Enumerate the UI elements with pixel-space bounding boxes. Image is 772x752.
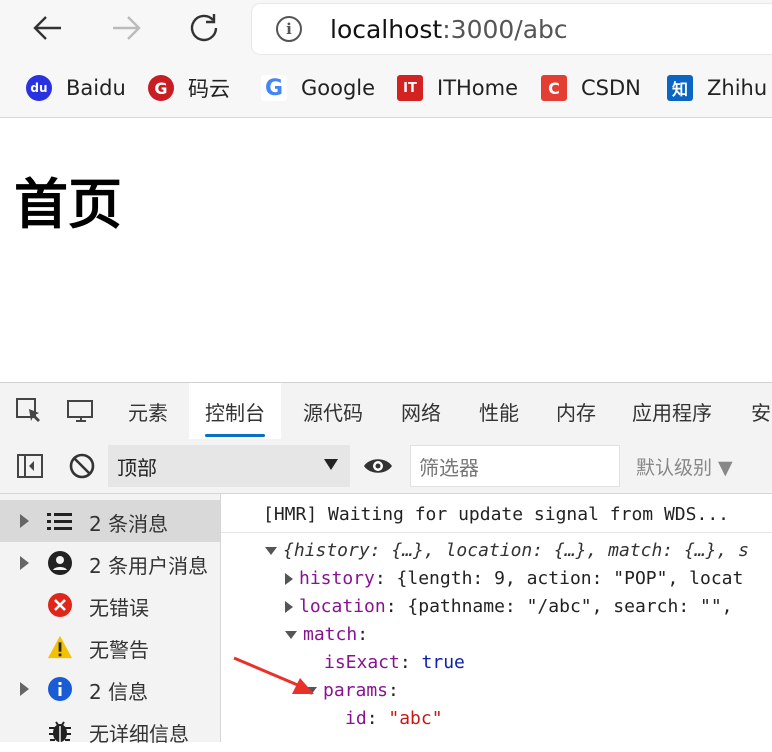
zhihu-icon: 知	[667, 75, 693, 101]
expand-triangle-icon	[285, 601, 293, 613]
clear-console-button[interactable]	[68, 452, 96, 484]
expand-triangle-icon	[20, 682, 29, 696]
console-toolbar: 顶部 筛选器 默认级别 ▼	[0, 439, 772, 494]
tab-elements[interactable]: 元素	[112, 383, 184, 439]
bookmark-csdn[interactable]: C CSDN	[541, 72, 641, 104]
console-prop-isexact: isExact: true	[324, 652, 465, 673]
address-bar[interactable]: i localhost:3000/abc	[252, 4, 772, 54]
tab-memory[interactable]: 内存	[540, 383, 612, 439]
site-info-icon[interactable]: i	[276, 16, 302, 42]
device-icon	[67, 400, 93, 422]
devtools-tab-bar: 元素 控制台 源代码 网络 性能 内存 应用程序 安	[0, 382, 772, 440]
expand-triangle-icon	[20, 514, 29, 528]
console-prop-match[interactable]: match:	[285, 622, 368, 648]
annotation-arrow-icon	[233, 656, 314, 694]
browser-toolbar: i localhost:3000/abc	[0, 0, 772, 60]
list-icon	[47, 508, 73, 534]
active-tab-indicator	[205, 434, 265, 437]
warning-icon	[47, 634, 73, 660]
google-icon: G	[261, 75, 287, 101]
tab-network[interactable]: 网络	[385, 383, 457, 439]
forward-arrow-icon	[113, 16, 141, 40]
bookmark-google[interactable]: G Google	[261, 72, 375, 104]
filter-input[interactable]: 筛选器	[410, 445, 620, 487]
console-sidebar: 2 条消息 2 条用户消息 无错误 无警告 2 信息 无详细信息	[0, 494, 221, 746]
bookmark-gitee[interactable]: G 码云	[148, 72, 230, 104]
collapse-triangle-icon	[265, 547, 277, 555]
bookmark-baidu[interactable]: du Baidu	[26, 72, 126, 104]
error-icon	[47, 592, 73, 618]
tab-console[interactable]: 控制台	[189, 383, 281, 439]
console-prop-location[interactable]: location: {pathname: "/abc", search: "",	[285, 594, 733, 620]
sidebar-item-errors[interactable]: 无错误	[0, 584, 220, 626]
sidebar-item-messages[interactable]: 2 条消息	[0, 500, 220, 542]
sidebar-item-warnings[interactable]: 无警告	[0, 626, 220, 668]
forward-button[interactable]	[104, 8, 148, 48]
tab-sources[interactable]: 源代码	[287, 383, 379, 439]
tab-application[interactable]: 应用程序	[616, 383, 728, 439]
log-level-dropdown[interactable]: 默认级别 ▼	[636, 453, 733, 480]
gitee-icon: G	[148, 75, 174, 101]
sidebar-item-info[interactable]: 2 信息	[0, 668, 220, 710]
sidebar-item-verbose[interactable]: 无详细信息	[0, 710, 220, 752]
message-divider	[221, 532, 772, 533]
back-arrow-icon	[33, 16, 61, 40]
sidebar-toggle-icon	[17, 454, 43, 478]
bug-icon	[47, 718, 73, 744]
csdn-icon: C	[541, 75, 567, 101]
context-selector[interactable]: 顶部	[108, 445, 350, 487]
console-message-hmr: [HMR] Waiting for update signal from WDS…	[263, 504, 729, 525]
console-output: [HMR] Waiting for update signal from WDS…	[221, 494, 772, 742]
inspect-element-button[interactable]	[12, 383, 46, 439]
bookmark-ithome[interactable]: IT ITHome	[397, 72, 518, 104]
dropdown-arrow-icon	[324, 459, 338, 470]
reload-button[interactable]	[182, 8, 226, 48]
block-icon	[69, 453, 95, 479]
url-text: localhost:3000/abc	[330, 15, 568, 44]
tab-security[interactable]: 安	[735, 383, 772, 439]
tab-performance[interactable]: 性能	[463, 383, 535, 439]
sidebar-item-user-messages[interactable]: 2 条用户消息	[0, 542, 220, 584]
info-icon	[47, 676, 73, 702]
bookmarks-bar: du Baidu G 码云 G Google IT ITHome C CSDN …	[0, 60, 772, 118]
ithome-icon: IT	[397, 75, 423, 101]
back-button[interactable]	[26, 8, 70, 48]
eye-icon	[364, 459, 392, 473]
baidu-icon: du	[26, 75, 52, 101]
device-toggle-button[interactable]	[64, 383, 98, 439]
page-title: 首页	[14, 173, 122, 236]
console-prop-history[interactable]: history: {length: 9, action: "POP", loca…	[285, 566, 743, 592]
user-icon	[47, 550, 73, 576]
expand-triangle-icon	[20, 556, 29, 570]
console-object-summary[interactable]: {history: {…}, location: {…}, match: {…}…	[265, 538, 749, 564]
expand-triangle-icon	[285, 573, 293, 585]
bookmark-zhihu[interactable]: 知 Zhihu	[667, 72, 767, 104]
sidebar-toggle-button[interactable]	[16, 453, 44, 483]
console-prop-id: id: "abc"	[345, 708, 443, 729]
reload-icon	[190, 14, 218, 42]
cursor-select-icon	[16, 398, 40, 422]
collapse-triangle-icon	[285, 631, 297, 639]
live-expression-button[interactable]	[362, 453, 394, 483]
